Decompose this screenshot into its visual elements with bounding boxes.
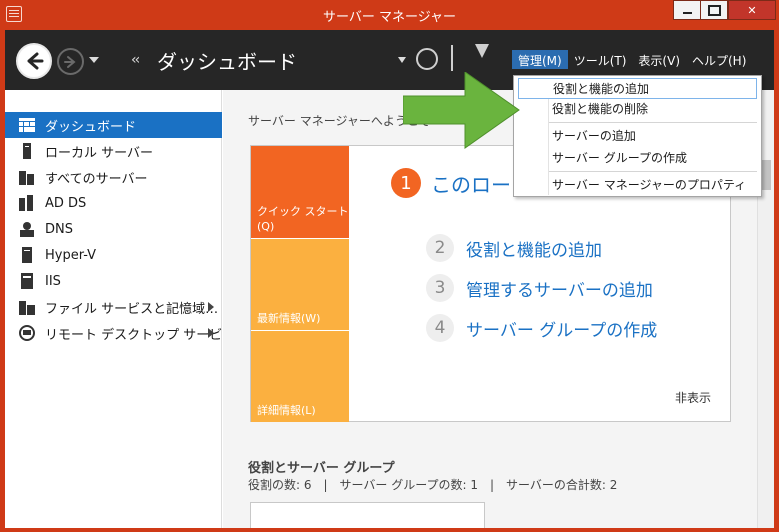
breadcrumb: ダッシュボード [157,50,297,74]
refresh-icon[interactable] [416,48,438,70]
tile-whats-new[interactable]: 最新情報(W) [251,239,349,330]
sidebar-item-ad-ds[interactable]: AD DS [5,190,222,216]
step-configure-local-server[interactable]: 1 このロー [391,168,511,198]
sidebar-item-label: ローカル サーバー [45,145,154,161]
step-link: サーバー グループの作成 [466,320,658,341]
hide-link[interactable]: 非表示 [675,389,711,406]
green-pointer-arrow-icon [403,72,520,149]
sidebar-item-iis[interactable]: IIS [5,268,222,294]
file-services-icon [19,299,35,315]
step-number-badge: 2 [426,234,454,262]
tile-whats-new-label: 最新情報(W) [257,312,321,325]
remote-desktop-icon [19,325,35,341]
breadcrumb-arrows-icon: ‹‹ [131,52,140,68]
notifications-flag-icon[interactable] [475,44,489,58]
step-number-badge: 4 [426,314,454,342]
manage-menu-dropdown: 役割と機能の追加 役割と機能の削除 サーバーの追加 サーバー グループの作成 サ… [513,75,762,197]
menu-view[interactable]: 表示(V) [632,50,686,69]
menu-item-properties[interactable]: サーバー マネージャーのプロパティ [518,175,757,196]
menu-item-add-roles[interactable]: 役割と機能の追加 [518,78,757,99]
sidebar-item-label: すべてのサーバー [45,171,148,187]
sidebar-item-remote-desktop[interactable]: リモート デスクトップ サービス [5,320,222,346]
window-titlebar: サーバー マネージャー ✕ [0,0,779,30]
expand-arrow-icon[interactable] [208,328,214,338]
expand-arrow-icon[interactable] [208,302,214,312]
menu-item-remove-roles[interactable]: 役割と機能の削除 [518,99,757,120]
tile-learn-more[interactable]: 詳細情報(L) [251,331,349,422]
breadcrumb-dropdown-icon[interactable] [398,57,406,63]
menu-tools[interactable]: ツール(T) [568,50,633,69]
tile-learn-more-label: 詳細情報(L) [257,404,316,417]
sidebar-item-label: リモート デスクトップ サービス [45,327,222,343]
dns-icon [19,221,35,237]
sidebar-item-label: IIS [45,273,61,289]
sidebar-item-label: DNS [45,221,73,237]
menu-manage[interactable]: 管理(M) [512,50,568,69]
app-frame: ‹‹ ダッシュボード 管理(M) ツール(T) 表示(V) ヘルプ(H) ダッシ… [5,30,774,528]
step-number-badge: 1 [391,168,421,198]
sidebar-item-file-services[interactable]: ファイル サービスと記憶域… [5,294,222,320]
menu-bar: 管理(M) ツール(T) 表示(V) ヘルプ(H) [512,50,752,69]
step-number-badge: 3 [426,274,454,302]
sidebar: ダッシュボード ローカル サーバー すべてのサーバー AD DS DNS Hyp… [5,90,222,528]
history-dropdown-icon[interactable] [89,57,99,63]
tile-quick-start[interactable]: クイック スタート (Q) [251,146,349,238]
sidebar-item-local-server[interactable]: ローカル サーバー [5,138,222,164]
menu-item-add-servers[interactable]: サーバーの追加 [518,126,757,147]
sidebar-item-dashboard[interactable]: ダッシュボード [5,112,222,138]
window-title: サーバー マネージャー [322,10,457,25]
hyper-v-icon [19,247,35,263]
local-server-icon [19,143,35,159]
minimize-button[interactable] [673,0,701,20]
dashboard-icon [19,117,35,133]
close-button[interactable]: ✕ [728,0,776,20]
menu-item-create-group[interactable]: サーバー グループの作成 [518,148,757,169]
step-create-group[interactable]: 4 サーバー グループの作成 [426,314,657,342]
sidebar-item-hyper-v[interactable]: Hyper-V [5,242,222,268]
tile-quick-start-label: クイック スタート (Q) [257,205,349,233]
maximize-button[interactable] [700,0,728,20]
ad-ds-icon [19,195,35,211]
step-add-roles[interactable]: 2 役割と機能の追加 [426,234,602,262]
scrollbar-thumb[interactable] [762,160,771,190]
step-link: 管理するサーバーの追加 [466,280,653,301]
menu-separator [549,171,757,172]
sidebar-item-label: Hyper-V [45,247,97,263]
back-button[interactable] [16,43,52,79]
sidebar-item-label: ファイル サービスと記憶域… [45,301,219,317]
roles-stats: 役割の数: 6 | サーバー グループの数: 1 | サーバーの合計数: 2 [248,478,618,492]
forward-button[interactable] [57,48,84,75]
role-card[interactable] [250,502,485,528]
menu-separator [549,122,757,123]
step-add-servers[interactable]: 3 管理するサーバーの追加 [426,274,653,302]
divider [451,45,453,71]
roles-section-title: 役割とサーバー グループ [248,461,395,476]
menu-help[interactable]: ヘルプ(H) [686,50,752,69]
sidebar-item-dns[interactable]: DNS [5,216,222,242]
sidebar-item-label: AD DS [45,195,87,211]
step-link: このロー [431,172,511,197]
step-link: 役割と機能の追加 [466,240,602,261]
back-arrow-icon [27,52,44,70]
sidebar-item-all-servers[interactable]: すべてのサーバー [5,164,222,190]
iis-icon [19,273,35,289]
forward-arrow-icon [63,55,76,68]
sidebar-item-label: ダッシュボード [45,119,137,135]
all-servers-icon [19,169,35,185]
